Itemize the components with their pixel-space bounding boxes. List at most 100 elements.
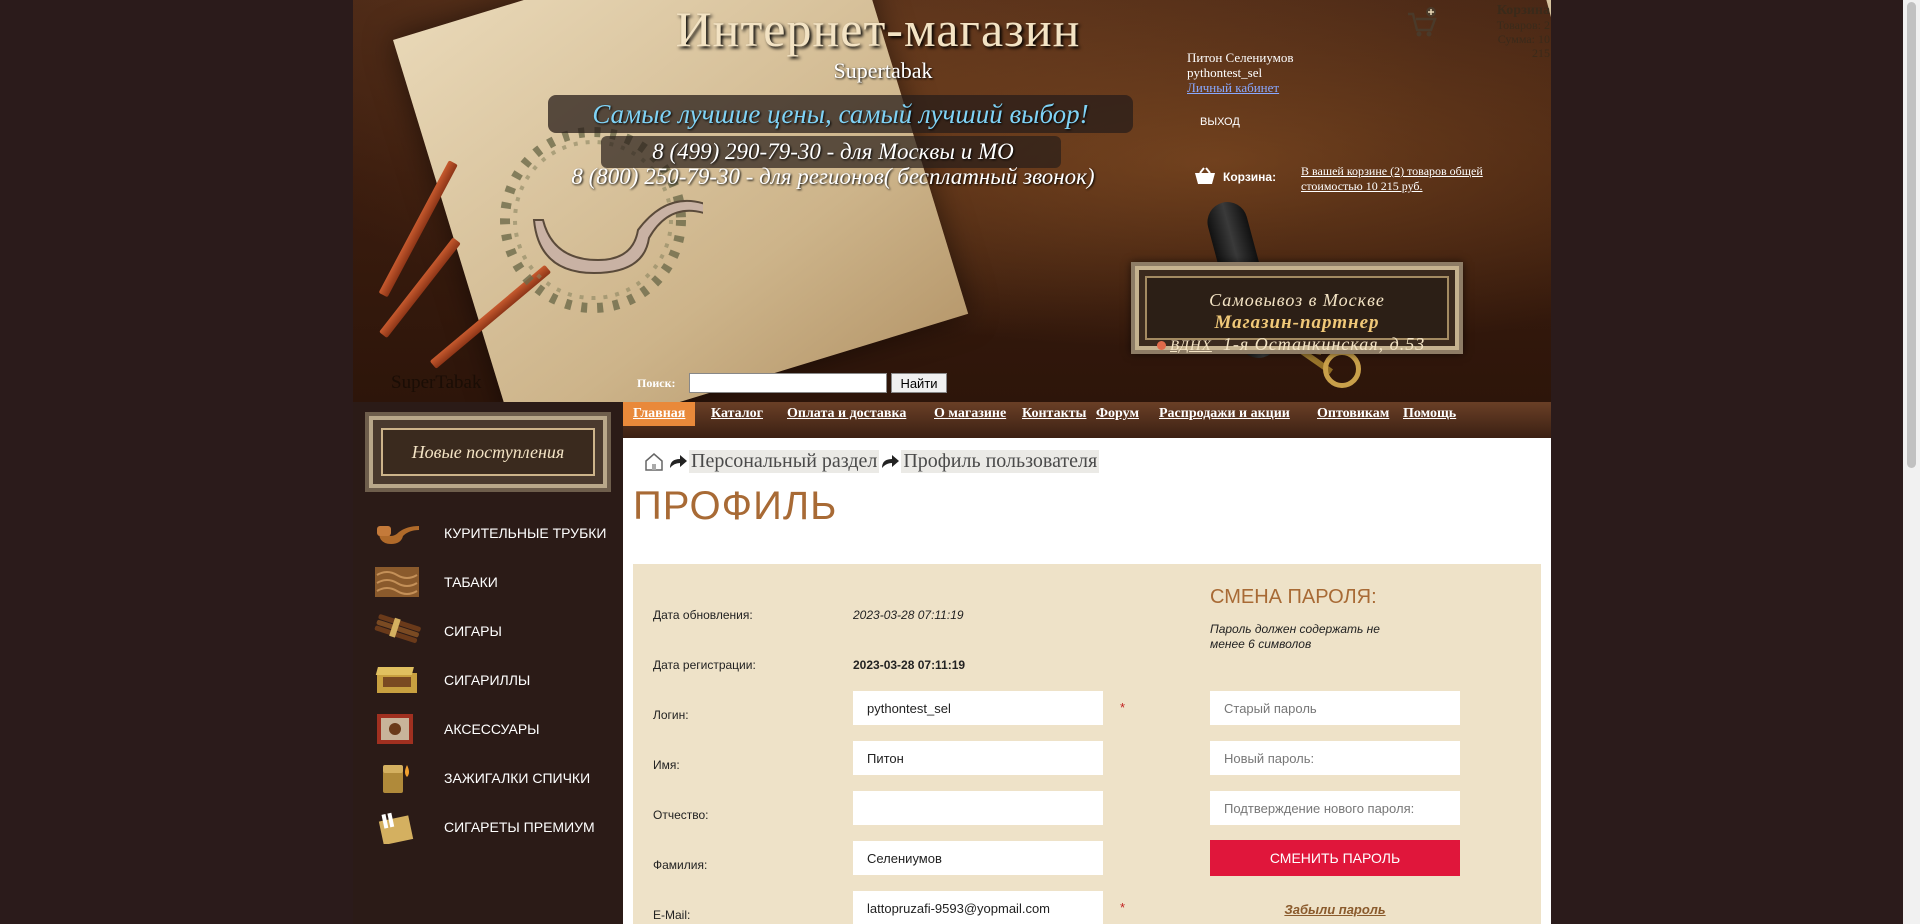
sidebar-item-label: ТАБАКИ xyxy=(444,574,498,590)
scrollbar-thumb[interactable] xyxy=(1907,2,1916,468)
phone-regions: 8 (800) 250-79-30 - для регионов( беспла… xyxy=(571,164,1095,189)
required-mark: * xyxy=(1120,700,1126,715)
updated-label: Дата обновления: xyxy=(653,608,753,622)
home-icon[interactable] xyxy=(643,450,665,472)
new-arrivals-label: Новые поступления xyxy=(381,428,595,476)
nav-item-home[interactable]: Главная xyxy=(623,402,696,426)
surname-field[interactable] xyxy=(853,841,1103,875)
change-password-button[interactable]: СМЕНИТЬ ПАРОЛЬ xyxy=(1210,840,1460,876)
sidebar-item-label: КУРИТЕЛЬНЫЕ ТРУБКИ xyxy=(444,525,607,541)
nav-item-wholesale[interactable]: Оптовикам xyxy=(1307,402,1399,426)
patronymic-label: Отчество: xyxy=(653,808,709,822)
sidebar-item-cigarettes[interactable]: СИГАРЕТЫ ПРЕМИУМ xyxy=(353,802,623,852)
nav-item-help[interactable]: Помощь xyxy=(1393,402,1466,426)
sidebar-item-pipes[interactable]: КУРИТЕЛЬНЫЕ ТРУБКИ xyxy=(353,508,623,558)
lighter-icon xyxy=(383,765,409,793)
name-label: Имя: xyxy=(653,758,680,772)
password-hint: Пароль должен содержать не менее 6 симво… xyxy=(1210,622,1380,651)
breadcrumb-personal[interactable]: Персональный раздел xyxy=(689,449,880,473)
site-subtitle: Supertabak xyxy=(833,58,933,83)
user-login: pythontest_sel xyxy=(1187,65,1263,80)
email-label: E-Mail: xyxy=(653,908,691,922)
tobacco-icon xyxy=(375,567,419,597)
pencil-decoration xyxy=(378,160,458,298)
pipe-icon xyxy=(377,526,419,544)
pickup-street: 1-я Останкинская, д.53 xyxy=(1222,334,1426,354)
sidebar-item-cigars[interactable]: СИГАРЫ xyxy=(353,606,623,656)
logo-text: SuperTabak xyxy=(391,372,482,393)
sidebar-item-label: СИГАРЕТЫ ПРЕМИУМ xyxy=(444,819,595,835)
basket-summary-link[interactable]: В вашей корзине (2) товаров общей стоимо… xyxy=(1301,164,1511,194)
cigarettes-icon xyxy=(378,812,414,844)
arrow-right-icon xyxy=(882,455,900,468)
cigarillos-icon xyxy=(375,667,417,693)
confirm-password-field[interactable] xyxy=(1210,791,1460,825)
sidebar-item-accessories[interactable]: АКСЕССУАРЫ xyxy=(353,704,623,754)
pickup-inner: Самовывоз в Москве Магазин-партнер ВДНХ … xyxy=(1145,276,1449,354)
login-label: Логин: xyxy=(653,708,689,722)
name-field[interactable] xyxy=(853,741,1103,775)
sidebar-item-label: АКСЕССУАРЫ xyxy=(444,721,540,737)
login-field[interactable] xyxy=(853,691,1103,725)
new-password-field[interactable] xyxy=(1210,741,1460,775)
new-arrivals-banner[interactable]: Новые поступления xyxy=(365,412,611,492)
basket-icon xyxy=(1195,167,1215,184)
registered-value: 2023-03-28 07:11:19 xyxy=(853,658,966,672)
surname-label: Фамилия: xyxy=(653,858,708,872)
sidebar-item-lighters[interactable]: ЗАЖИГАЛКИ СПИЧКИ xyxy=(353,753,623,803)
nav-item-catalog[interactable]: Каталог xyxy=(701,402,773,426)
basket-label: Корзина: xyxy=(1223,170,1277,184)
updated-value: 2023-03-28 07:11:19 xyxy=(853,608,964,622)
cigars-icon xyxy=(374,614,421,643)
sidebar-item-label: ЗАЖИГАЛКИ СПИЧКИ xyxy=(444,770,591,786)
email-field[interactable] xyxy=(853,891,1103,924)
patronymic-field[interactable] xyxy=(853,791,1103,825)
page-scrollbar[interactable] xyxy=(1903,0,1920,924)
arrow-right-icon xyxy=(670,455,687,468)
nav-item-sales[interactable]: Распродажи и акции xyxy=(1149,402,1300,426)
registered-label: Дата регистрации: xyxy=(653,658,756,672)
pipe-tool-decoration xyxy=(1323,350,1361,388)
cart-items-count: Товаров: 2 xyxy=(1496,18,1550,32)
pickup-line2: Магазин-партнер xyxy=(1214,312,1380,333)
pickup-address: ВДНХ 1-я Останкинская, д.53 xyxy=(1157,334,1457,355)
site-title: Интернет-магазин xyxy=(675,1,1081,57)
nav-item-contacts[interactable]: Контакты xyxy=(1012,402,1096,426)
cart-add-icon[interactable] xyxy=(1405,6,1439,40)
old-password-field[interactable] xyxy=(1210,691,1460,725)
cart-sum: Сумма: 10 xyxy=(1497,32,1550,46)
search-input[interactable] xyxy=(689,373,887,393)
metro-icon xyxy=(1157,341,1166,350)
user-name: Питон Селениумов xyxy=(1187,50,1294,65)
main-nav: Главная Каталог Оплата и доставка О мага… xyxy=(623,402,1551,438)
pickup-line1: Самовывоз в Москве xyxy=(1209,290,1385,310)
main-content: Персональный раздел Профиль пользователя… xyxy=(623,438,1551,924)
sidebar-item-cigarillos[interactable]: СИГАРИЛЛЫ xyxy=(353,655,623,705)
nav-item-payment-delivery[interactable]: Оплата и доставка xyxy=(777,402,916,426)
pickup-metro: ВДНХ xyxy=(1170,338,1212,354)
forgot-password-link[interactable]: Забыли пароль xyxy=(1210,902,1460,917)
sidebar: Новые поступления КУРИТЕЛЬНЫЕ ТРУБКИ ТАБ… xyxy=(353,402,623,924)
slogan: Самые лучшие цены, самый лучший выбор! xyxy=(592,99,1089,129)
sidebar-item-tobacco[interactable]: ТАБАКИ xyxy=(353,557,623,607)
search-button[interactable]: Найти xyxy=(891,373,947,393)
breadcrumb: Персональный раздел Профиль пользователя xyxy=(643,448,1100,474)
sidebar-item-label: СИГАРИЛЛЫ xyxy=(444,672,531,688)
breadcrumb-profile: Профиль пользователя xyxy=(901,449,1100,473)
accessories-icon xyxy=(377,714,413,744)
nav-item-about[interactable]: О магазине xyxy=(924,402,1016,426)
header: Интернет-магазин Supertabak Самые лучшие… xyxy=(353,0,1551,402)
pickup-banner[interactable]: Самовывоз в Москве Магазин-партнер ВДНХ … xyxy=(1131,262,1463,354)
cabinet-link[interactable]: Личный кабинет xyxy=(1187,80,1279,96)
page: Интернет-магазин Supertabak Самые лучшие… xyxy=(353,0,1551,924)
page-title: ПРОФИЛЬ xyxy=(633,484,838,528)
search-label: Поиск: xyxy=(637,376,676,390)
required-mark: * xyxy=(1120,900,1126,915)
cart-summary[interactable]: Корзина Товаров: 2 Сумма: 10 215 xyxy=(1445,0,1550,66)
nav-item-forum[interactable]: Форум xyxy=(1086,402,1149,426)
cart-title: Корзина xyxy=(1496,3,1550,18)
sidebar-item-label: СИГАРЫ xyxy=(444,623,502,639)
password-title: СМЕНА ПАРОЛЯ: xyxy=(1210,586,1377,608)
cart-sum-cont: 215 xyxy=(1532,46,1550,60)
logout-link[interactable]: ВЫХОД xyxy=(1200,116,1240,128)
